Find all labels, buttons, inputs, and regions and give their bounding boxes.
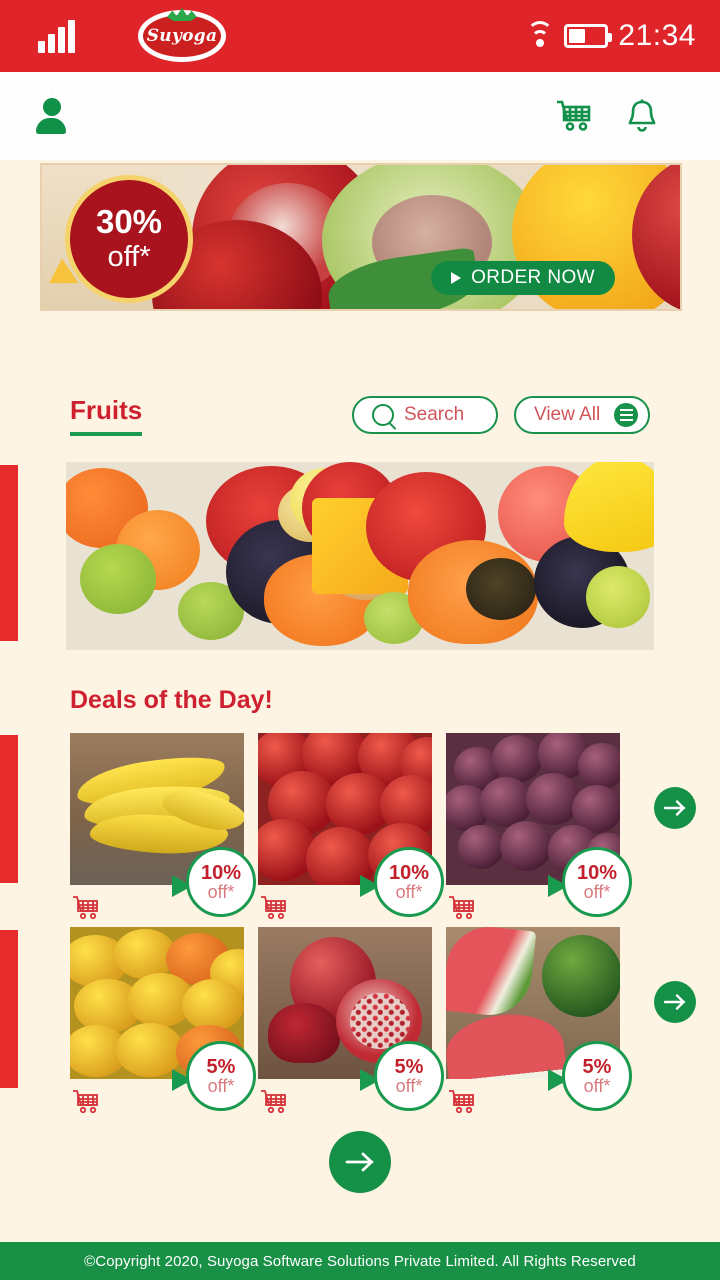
cart-icon[interactable] bbox=[552, 94, 596, 138]
deals-row: 5% off* 5% off* 5% off* bbox=[0, 927, 720, 1114]
view-all-label: View All bbox=[534, 404, 601, 425]
add-to-cart-icon[interactable] bbox=[260, 1089, 288, 1115]
section-header: Fruits Search View All bbox=[0, 376, 720, 454]
product-card[interactable]: 10% off* bbox=[446, 733, 632, 920]
menu-icon bbox=[614, 403, 638, 427]
discount-off: off* bbox=[207, 1075, 235, 1096]
discount-badge: 10% off* bbox=[186, 847, 256, 917]
nav-actions bbox=[552, 94, 664, 138]
promo-banner[interactable]: 30% off* ORDER NOW bbox=[40, 163, 682, 311]
add-to-cart-icon[interactable] bbox=[448, 895, 476, 921]
discount-percent: 10% bbox=[388, 861, 430, 884]
discount-percent: 5% bbox=[206, 1055, 236, 1078]
product-card[interactable]: 10% off* bbox=[258, 733, 444, 920]
discount-badge: 5% off* bbox=[374, 1041, 444, 1111]
section-actions: Search View All bbox=[352, 396, 650, 434]
view-all-button[interactable]: View All bbox=[514, 396, 650, 434]
discount-badge: 10% off* bbox=[562, 847, 632, 917]
top-nav-bar: Suyoga Fruits bbox=[0, 72, 720, 160]
suyoga-logo: Suyoga bbox=[138, 8, 226, 62]
discount-badge: 5% off* bbox=[562, 1041, 632, 1111]
main-content: Fruits Search View All Deals of the Day! bbox=[0, 322, 720, 1193]
discount-percent: 5% bbox=[394, 1055, 424, 1078]
product-card[interactable]: 5% off* bbox=[258, 927, 444, 1114]
wifi-icon bbox=[526, 21, 554, 47]
page-title: Fruits bbox=[70, 395, 143, 436]
deals-row: 10% off* 10% off* 10% off* bbox=[0, 733, 720, 920]
account-icon[interactable] bbox=[36, 98, 68, 134]
discount-off: off* bbox=[395, 881, 423, 902]
fruits-hero-image[interactable] bbox=[66, 462, 654, 650]
banner-discount-percent: 30% bbox=[95, 202, 163, 240]
footer: ©Copyright 2020, Suyoga Software Solutio… bbox=[0, 1242, 720, 1280]
deals-title: Deals of the Day! bbox=[70, 686, 273, 714]
discount-off: off* bbox=[395, 1075, 423, 1096]
leaf-icon bbox=[167, 8, 197, 21]
copyright-text: ©Copyright 2020, Suyoga Software Solutio… bbox=[84, 1252, 636, 1270]
add-to-cart-icon[interactable] bbox=[448, 1089, 476, 1115]
discount-off: off* bbox=[207, 881, 235, 902]
page-next-button[interactable] bbox=[329, 1131, 391, 1193]
banner-discount-badge: 30% off* bbox=[65, 175, 193, 303]
add-to-cart-icon[interactable] bbox=[72, 895, 100, 921]
nav-ghost-text: Suyoga Fruits bbox=[26, 78, 137, 97]
discount-percent: 10% bbox=[576, 861, 618, 884]
product-card[interactable]: 10% off* bbox=[70, 733, 256, 920]
discount-percent: 5% bbox=[582, 1055, 612, 1078]
signal-bars-icon bbox=[38, 19, 75, 53]
discount-badge: 10% off* bbox=[374, 847, 444, 917]
status-bar: Suyoga 21:34 bbox=[0, 0, 720, 72]
deals-next-button[interactable] bbox=[654, 981, 696, 1023]
carousel-indicator[interactable] bbox=[0, 735, 18, 883]
order-now-button[interactable]: ORDER NOW bbox=[431, 261, 615, 295]
deals-next-button[interactable] bbox=[654, 787, 696, 829]
product-card[interactable]: 5% off* bbox=[70, 927, 256, 1114]
product-card[interactable]: 5% off* bbox=[446, 927, 632, 1114]
app-screen: Suyoga 21:34 Suyoga Fruits 30% off* ORDE… bbox=[0, 0, 720, 1280]
discount-off: off* bbox=[583, 1075, 611, 1096]
banner-discount-off: off* bbox=[107, 240, 151, 273]
bell-icon[interactable] bbox=[620, 94, 664, 138]
carousel-indicator[interactable] bbox=[0, 465, 18, 641]
carousel-indicator[interactable] bbox=[0, 930, 18, 1088]
order-now-label: ORDER NOW bbox=[471, 267, 595, 288]
search-input[interactable]: Search bbox=[352, 396, 498, 434]
search-icon bbox=[372, 404, 394, 426]
discount-badge: 5% off* bbox=[186, 1041, 256, 1111]
logo-text: Suyoga bbox=[146, 26, 218, 46]
search-placeholder: Search bbox=[404, 404, 465, 425]
discount-percent: 10% bbox=[200, 861, 242, 884]
add-to-cart-icon[interactable] bbox=[260, 895, 288, 921]
status-right-group: 21:34 bbox=[526, 0, 696, 72]
status-clock: 21:34 bbox=[618, 19, 696, 52]
battery-icon bbox=[564, 24, 613, 48]
play-triangle-icon bbox=[451, 272, 462, 284]
discount-off: off* bbox=[583, 881, 611, 902]
add-to-cart-icon[interactable] bbox=[72, 1089, 100, 1115]
